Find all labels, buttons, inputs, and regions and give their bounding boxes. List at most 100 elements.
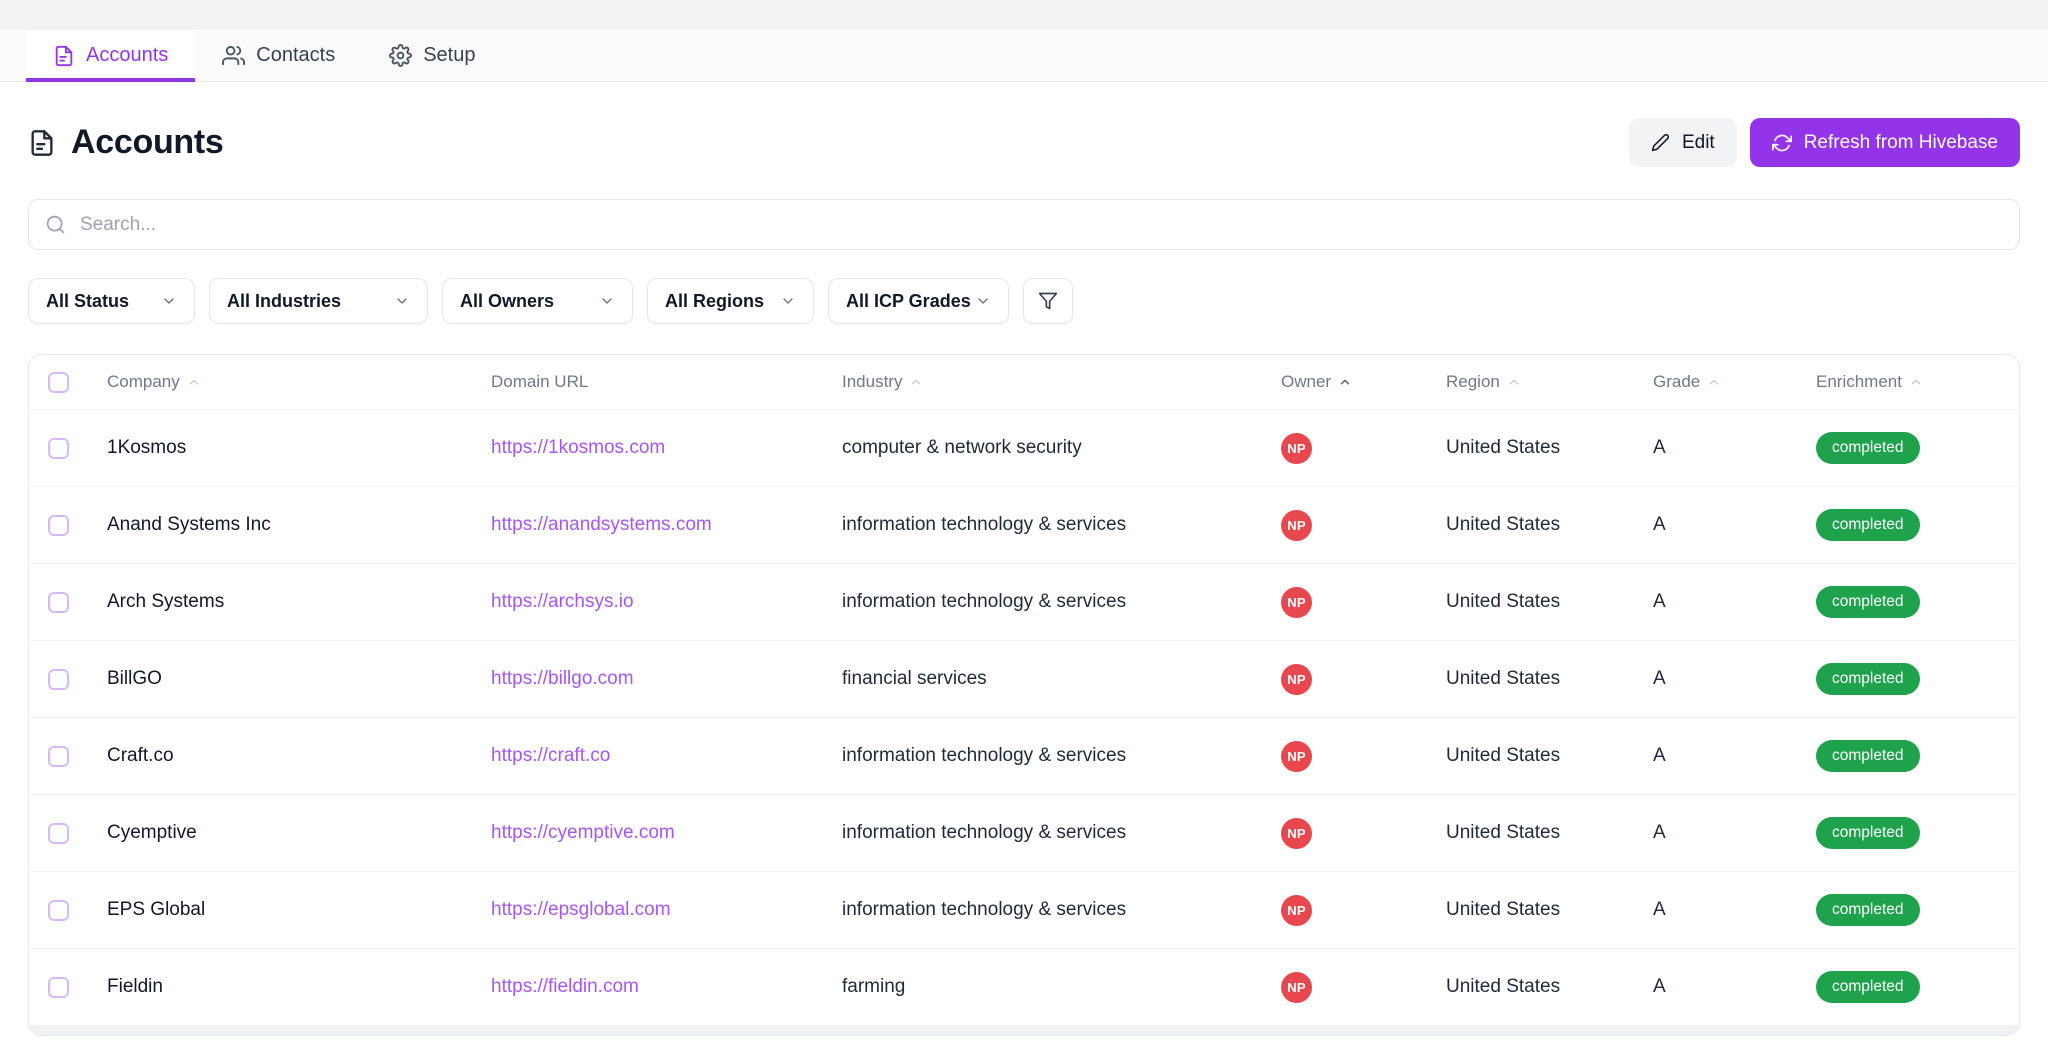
company-name: Fieldin [107, 976, 491, 998]
owner-avatar[interactable]: NP [1281, 433, 1312, 464]
table-row[interactable]: Fieldin https://fieldin.com farming NP U… [29, 949, 2019, 1026]
industry-value: farming [842, 976, 1281, 998]
domain-url-link[interactable]: https://billgo.com [491, 668, 634, 689]
domain-url-link[interactable]: https://fieldin.com [491, 976, 639, 997]
sort-caret-icon [1707, 375, 1721, 389]
grade-value: A [1653, 899, 1816, 921]
domain-url-link[interactable]: https://craft.co [491, 745, 610, 766]
domain-url-link[interactable]: https://1kosmos.com [491, 437, 665, 458]
enrichment-status-badge: completed [1816, 817, 1920, 849]
column-header-grade[interactable]: Grade [1653, 372, 1816, 392]
sort-caret-icon [1909, 375, 1923, 389]
table-body: 1Kosmos https://1kosmos.com computer & n… [29, 410, 2019, 1026]
icp-grades-filter-dropdown[interactable]: All ICP Grades [828, 278, 1009, 324]
company-name: 1Kosmos [107, 437, 491, 459]
company-name: BillGO [107, 668, 491, 690]
owners-filter-dropdown[interactable]: All Owners [442, 278, 633, 324]
grade-value: A [1653, 437, 1816, 459]
sort-caret-icon [1338, 375, 1352, 389]
industry-value: computer & network security [842, 437, 1281, 459]
grade-value: A [1653, 745, 1816, 767]
owner-avatar[interactable]: NP [1281, 587, 1312, 618]
grade-value: A [1653, 822, 1816, 844]
filter-funnel-button[interactable] [1023, 278, 1073, 324]
owner-avatar[interactable]: NP [1281, 741, 1312, 772]
column-header-industry[interactable]: Industry [842, 372, 1281, 392]
search-bar [28, 199, 2020, 250]
company-name: Anand Systems Inc [107, 514, 491, 536]
industry-value: information technology & services [842, 899, 1281, 921]
tab-accounts[interactable]: Accounts [26, 30, 195, 81]
owner-avatar[interactable]: NP [1281, 895, 1312, 926]
chevron-down-icon [599, 293, 615, 309]
row-checkbox[interactable] [48, 515, 69, 536]
domain-url-link[interactable]: https://anandsystems.com [491, 514, 712, 535]
owner-avatar[interactable]: NP [1281, 972, 1312, 1003]
search-input[interactable] [78, 213, 2003, 237]
table-row[interactable]: Craft.co https://craft.co information te… [29, 718, 2019, 795]
region-value: United States [1446, 437, 1653, 459]
grade-value: A [1653, 976, 1816, 998]
row-checkbox[interactable] [48, 823, 69, 844]
users-icon [222, 44, 245, 67]
owner-avatar[interactable]: NP [1281, 664, 1312, 695]
enrichment-status-badge: completed [1816, 971, 1920, 1003]
region-value: United States [1446, 976, 1653, 998]
owner-avatar[interactable]: NP [1281, 510, 1312, 541]
region-value: United States [1446, 745, 1653, 767]
tab-setup[interactable]: Setup [362, 30, 502, 81]
owner-avatar[interactable]: NP [1281, 818, 1312, 849]
table-row[interactable]: Arch Systems https://archsys.io informat… [29, 564, 2019, 641]
row-checkbox[interactable] [48, 900, 69, 921]
accounts-table: Company Domain URL Industry Owner Region… [28, 354, 2020, 1036]
grade-value: A [1653, 668, 1816, 690]
enrichment-status-badge: completed [1816, 663, 1920, 695]
row-checkbox[interactable] [48, 669, 69, 690]
tab-contacts[interactable]: Contacts [195, 30, 362, 81]
enrichment-status-badge: completed [1816, 586, 1920, 618]
company-name: Arch Systems [107, 591, 491, 613]
chevron-down-icon [161, 293, 177, 309]
column-header-domain-url[interactable]: Domain URL [491, 372, 842, 392]
industry-value: financial services [842, 668, 1281, 690]
filter-row: All Status All Industries All Owners All… [28, 278, 2020, 324]
row-checkbox[interactable] [48, 746, 69, 767]
row-checkbox[interactable] [48, 592, 69, 613]
region-value: United States [1446, 822, 1653, 844]
regions-filter-dropdown[interactable]: All Regions [647, 278, 814, 324]
row-checkbox[interactable] [48, 977, 69, 998]
gear-icon [389, 44, 412, 67]
row-checkbox[interactable] [48, 438, 69, 459]
select-all-checkbox[interactable] [48, 372, 69, 393]
tab-label: Setup [423, 44, 475, 67]
domain-url-link[interactable]: https://archsys.io [491, 591, 634, 612]
region-value: United States [1446, 899, 1653, 921]
domain-url-link[interactable]: https://epsglobal.com [491, 899, 671, 920]
page-title: Accounts [71, 123, 224, 162]
table-header-row: Company Domain URL Industry Owner Region… [29, 355, 2019, 410]
table-row[interactable]: Anand Systems Inc https://anandsystems.c… [29, 487, 2019, 564]
table-row[interactable]: Cyemptive https://cyemptive.com informat… [29, 795, 2019, 872]
window-top-strip [0, 0, 2048, 30]
table-row[interactable]: BillGO https://billgo.com financial serv… [29, 641, 2019, 718]
tab-label: Contacts [256, 44, 335, 67]
edit-button[interactable]: Edit [1629, 118, 1737, 167]
table-row[interactable]: 1Kosmos https://1kosmos.com computer & n… [29, 410, 2019, 487]
industry-value: information technology & services [842, 514, 1281, 536]
company-name: Craft.co [107, 745, 491, 767]
column-header-enrichment[interactable]: Enrichment [1816, 372, 2019, 392]
column-header-company[interactable]: Company [107, 372, 491, 392]
refresh-icon [1772, 133, 1792, 153]
status-filter-dropdown[interactable]: All Status [28, 278, 195, 324]
column-header-owner[interactable]: Owner [1281, 372, 1446, 392]
table-bottom-strip [29, 1026, 2019, 1036]
sort-caret-icon [187, 375, 201, 389]
funnel-icon [1038, 291, 1058, 311]
domain-url-link[interactable]: https://cyemptive.com [491, 822, 675, 843]
column-header-region[interactable]: Region [1446, 372, 1653, 392]
region-value: United States [1446, 668, 1653, 690]
refresh-from-hivebase-button[interactable]: Refresh from Hivebase [1750, 118, 2020, 167]
chevron-down-icon [780, 293, 796, 309]
industries-filter-dropdown[interactable]: All Industries [209, 278, 428, 324]
table-row[interactable]: EPS Global https://epsglobal.com informa… [29, 872, 2019, 949]
